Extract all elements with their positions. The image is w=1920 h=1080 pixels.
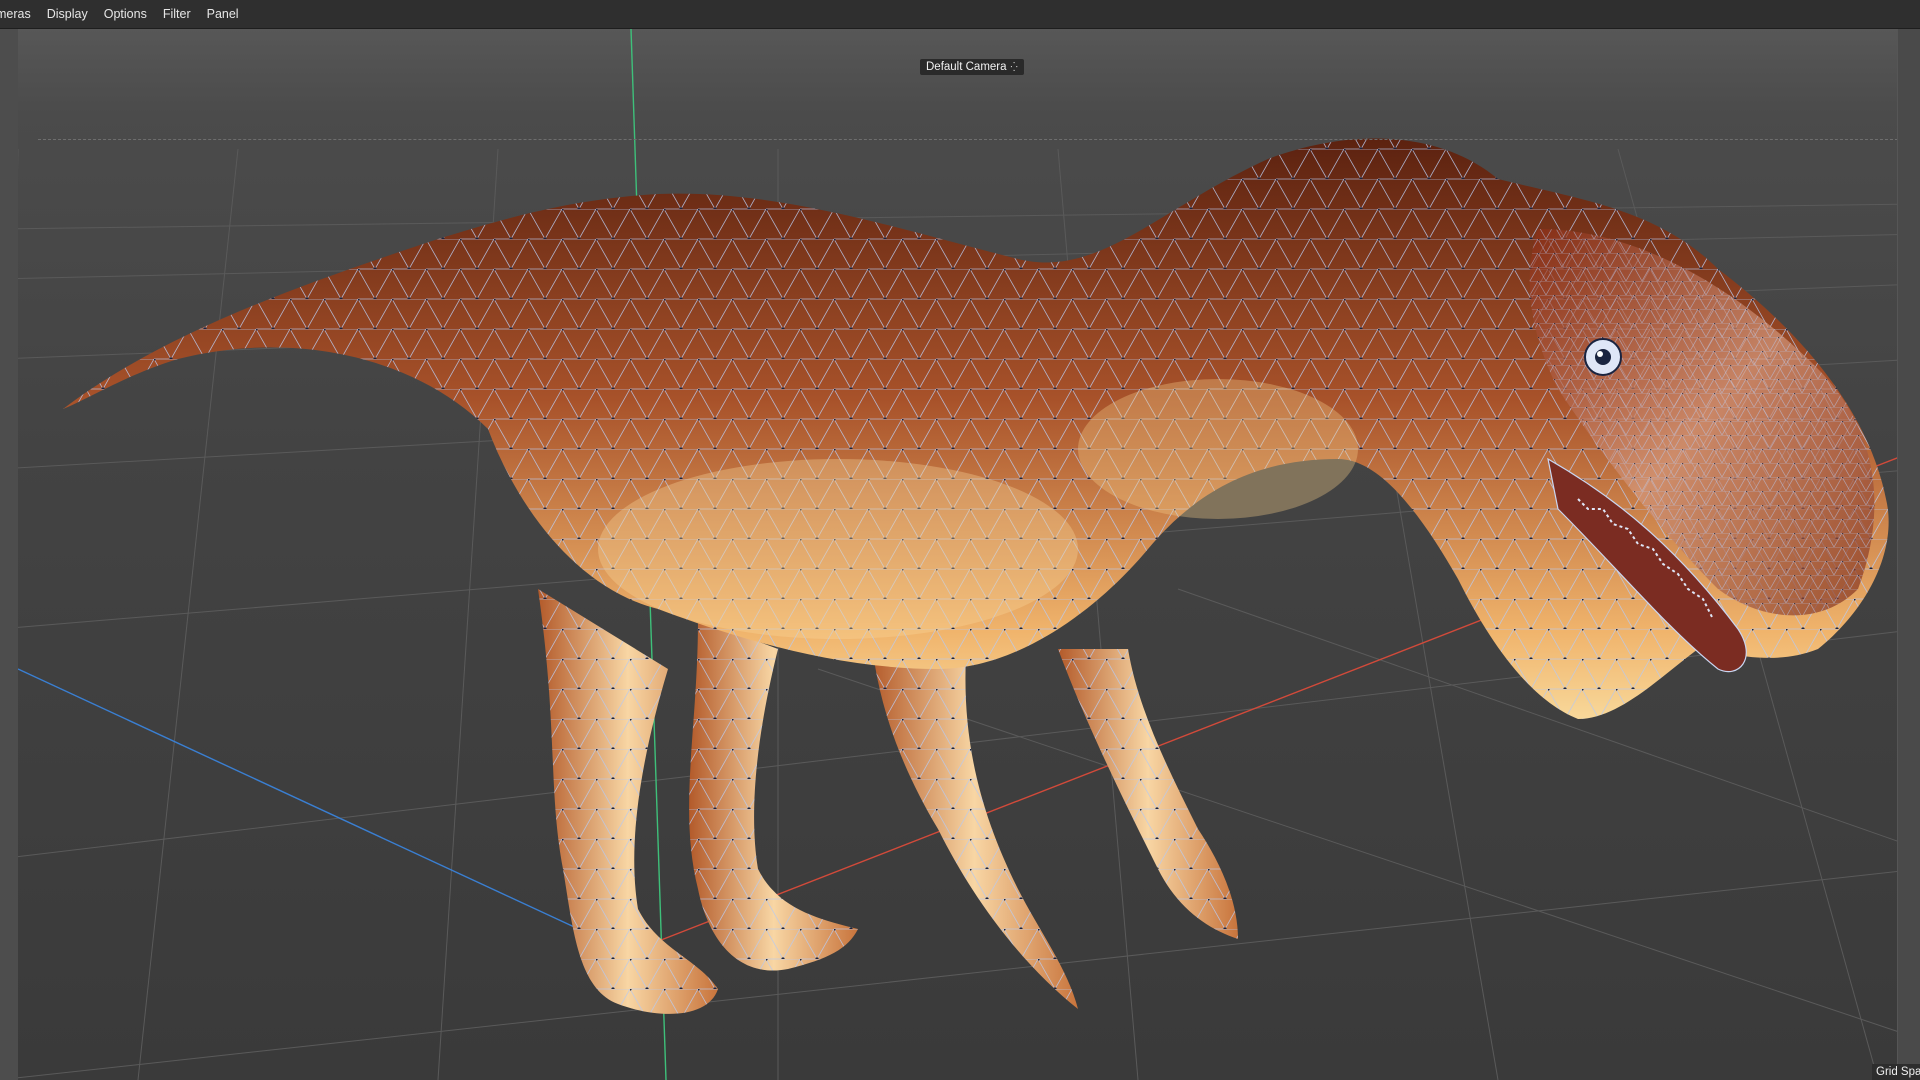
viewport-menubar: meras Display Options Filter Panel: [0, 0, 1920, 29]
camera-label-text: Default Camera: [926, 61, 1007, 73]
menu-panel[interactable]: Panel: [199, 0, 247, 29]
grid-spacing-label: Grid Spa: [1872, 1064, 1920, 1080]
3d-viewport[interactable]: Default Camera ⁛: [18, 29, 1920, 1080]
menu-filter[interactable]: Filter: [155, 0, 199, 29]
menu-options[interactable]: Options: [96, 0, 155, 29]
left-panel-edge: [0, 29, 19, 1080]
dinosaur-mesh: [63, 138, 1889, 1014]
viewport-scene: [18, 29, 1920, 1080]
camera-dots-icon: ⁛: [1010, 62, 1018, 72]
horizon-line: [38, 139, 1898, 140]
menu-cameras[interactable]: meras: [0, 0, 39, 29]
menu-display[interactable]: Display: [39, 0, 96, 29]
right-panel-edge: [1897, 29, 1920, 1080]
camera-label[interactable]: Default Camera ⁛: [920, 59, 1024, 75]
